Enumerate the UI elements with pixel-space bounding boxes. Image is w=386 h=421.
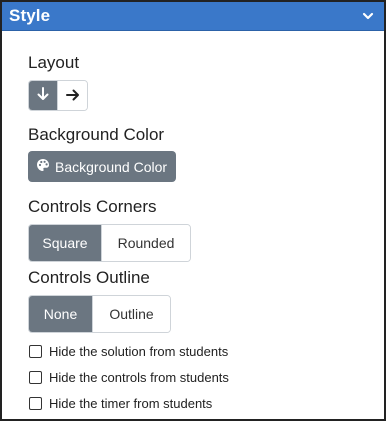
layout-toggle [28, 80, 88, 111]
hide-controls-label: Hide the controls from students [49, 370, 229, 385]
arrow-down-icon [37, 87, 49, 104]
hide-timer-checkbox-row[interactable]: Hide the timer from students [29, 396, 212, 411]
controls-corners-label: Controls Corners [28, 197, 157, 216]
chevron-down-icon[interactable] [361, 9, 375, 23]
palette-icon [36, 158, 50, 175]
background-color-label: Background Color [28, 125, 165, 144]
hide-solution-label: Hide the solution from students [49, 344, 229, 359]
hide-solution-checkbox-row[interactable]: Hide the solution from students [29, 344, 228, 359]
controls-outline-label: Controls Outline [28, 268, 150, 287]
hide-controls-checkbox[interactable] [29, 371, 42, 384]
background-color-button[interactable]: Background Color [28, 151, 177, 182]
hide-controls-checkbox-row[interactable]: Hide the controls from students [29, 370, 229, 385]
style-panel: Style Layout Background Color Background… [0, 0, 386, 421]
panel-title: Style [9, 6, 51, 25]
corners-square-button[interactable]: Square [29, 225, 101, 261]
hide-solution-checkbox[interactable] [29, 345, 42, 358]
corners-toggle: Square Rounded [28, 224, 191, 262]
outline-outline-button[interactable]: Outline [92, 296, 170, 332]
layout-horizontal-button[interactable] [57, 81, 87, 110]
arrow-right-icon [65, 88, 80, 104]
layout-vertical-button[interactable] [29, 81, 57, 110]
background-color-button-label: Background Color [55, 158, 168, 175]
corners-rounded-button[interactable]: Rounded [101, 225, 190, 261]
panel-header[interactable]: Style [2, 2, 384, 31]
layout-label: Layout [28, 53, 80, 72]
hide-timer-label: Hide the timer from students [49, 396, 213, 411]
outline-none-button[interactable]: None [29, 296, 92, 332]
outline-toggle: None Outline [28, 295, 171, 333]
hide-timer-checkbox[interactable] [29, 397, 42, 410]
